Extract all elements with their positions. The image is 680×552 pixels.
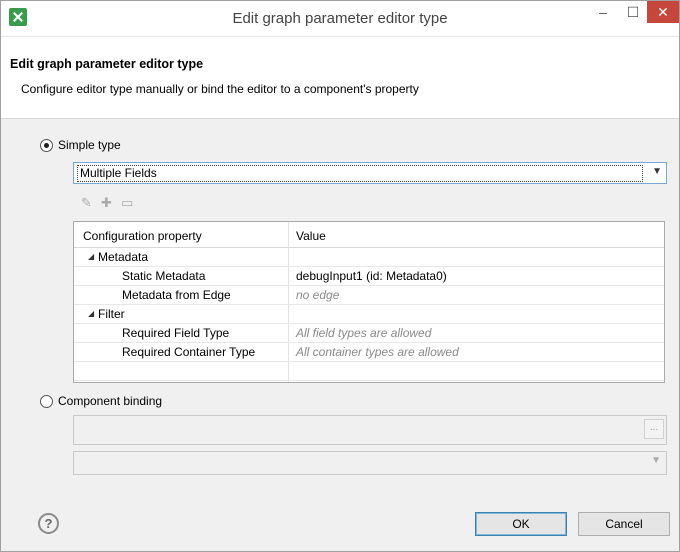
component-property-combo: ▼ xyxy=(73,451,667,475)
close-button[interactable]: ✕ xyxy=(647,1,679,23)
column-header-property[interactable]: Configuration property xyxy=(83,229,202,243)
property-cell: Required Container Type xyxy=(122,345,256,359)
chevron-down-icon: ▼ xyxy=(651,455,661,466)
expand-triangle-icon[interactable]: ◢ xyxy=(88,252,94,261)
table-header: Configuration property Value xyxy=(74,222,664,248)
header-banner: Edit graph parameter editor type Configu… xyxy=(1,37,679,119)
add-icon[interactable]: ✚ xyxy=(101,195,112,211)
property-cell: Metadata xyxy=(98,250,149,264)
table-row[interactable]: ◢ Filter xyxy=(74,305,664,324)
property-cell: Metadata from Edge xyxy=(122,288,231,302)
help-icon[interactable]: ? xyxy=(38,513,59,534)
expand-triangle-icon[interactable]: ◢ xyxy=(88,309,94,318)
banner-title: Edit graph parameter editor type xyxy=(10,57,204,71)
editor-type-value: Multiple Fields xyxy=(77,165,643,182)
property-cell: Filter xyxy=(98,307,125,321)
property-cell: Required Field Type xyxy=(122,326,230,340)
component-binding-field: ... xyxy=(73,415,667,445)
remove-icon[interactable]: ▭ xyxy=(121,195,133,211)
value-cell[interactable]: All container types are allowed xyxy=(296,345,459,359)
window-title: Edit graph parameter editor type xyxy=(232,10,448,27)
dialog-window: Edit graph parameter editor type – ☐ ✕ E… xyxy=(0,0,680,552)
simple-type-radio[interactable] xyxy=(40,139,53,152)
table-row[interactable] xyxy=(74,362,664,381)
column-header-value[interactable]: Value xyxy=(296,229,326,243)
value-cell[interactable]: All field types are allowed xyxy=(296,326,431,340)
table-row[interactable]: Required Container Type All container ty… xyxy=(74,343,664,362)
component-binding-radio[interactable] xyxy=(40,395,53,408)
table-row[interactable]: ◢ Metadata xyxy=(74,248,664,267)
edit-icon[interactable]: ✎ xyxy=(81,195,92,211)
ok-button[interactable]: OK xyxy=(475,512,567,536)
table-row[interactable]: Static Metadata debugInput1 (id: Metadat… xyxy=(74,267,664,286)
editor-type-combo[interactable]: Multiple Fields ▼ xyxy=(73,162,667,184)
maximize-button[interactable]: ☐ xyxy=(619,1,647,23)
simple-type-label[interactable]: Simple type xyxy=(58,138,121,152)
banner-subtitle: Configure editor type manually or bind t… xyxy=(21,82,419,96)
value-cell[interactable]: no edge xyxy=(296,288,339,302)
minimize-button[interactable]: – xyxy=(589,1,617,23)
value-cell[interactable]: debugInput1 (id: Metadata0) xyxy=(296,269,447,283)
chevron-down-icon[interactable]: ▼ xyxy=(652,166,662,177)
title-bar: Edit graph parameter editor type – ☐ ✕ xyxy=(1,1,679,37)
table-row[interactable]: Metadata from Edge no edge xyxy=(74,286,664,305)
browse-button: ... xyxy=(644,419,664,439)
table-row[interactable]: Required Field Type All field types are … xyxy=(74,324,664,343)
configuration-table: Configuration property Value ◢ Metadata … xyxy=(73,221,665,383)
cancel-button[interactable]: Cancel xyxy=(578,512,670,536)
property-cell: Static Metadata xyxy=(122,269,206,283)
component-binding-label[interactable]: Component binding xyxy=(58,394,162,408)
